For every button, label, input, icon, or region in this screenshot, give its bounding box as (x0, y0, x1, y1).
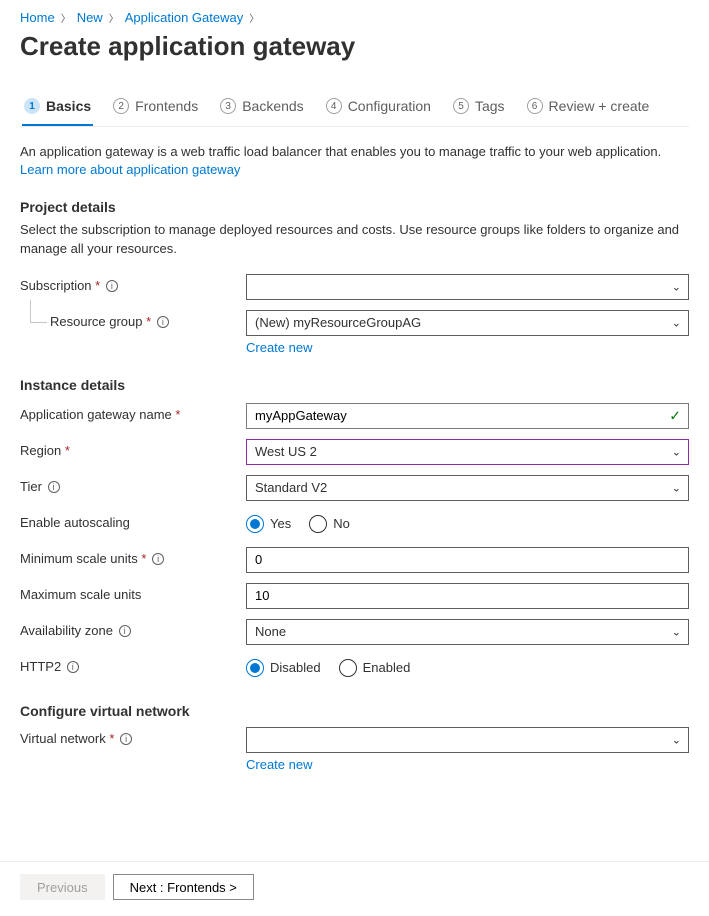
http2-label: HTTP2 i (20, 655, 246, 674)
chevron-right-icon: 〉 (109, 10, 119, 25)
breadcrumb-new[interactable]: New (77, 10, 103, 25)
tab-number: 2 (113, 98, 129, 114)
info-icon[interactable]: i (106, 280, 118, 292)
tab-frontends[interactable]: 2 Frontends (111, 92, 200, 126)
tab-label: Tags (475, 98, 505, 114)
previous-button: Previous (20, 874, 105, 900)
radio-icon (246, 659, 264, 677)
info-icon[interactable]: i (48, 481, 60, 493)
create-new-rg-link[interactable]: Create new (246, 340, 312, 355)
availability-zone-select[interactable]: None (246, 619, 689, 645)
appgw-name-input[interactable] (246, 403, 689, 429)
tier-select[interactable]: Standard V2 (246, 475, 689, 501)
autoscale-radio-group: Yes No (246, 511, 689, 537)
min-scale-input[interactable] (246, 547, 689, 573)
tab-label: Configuration (348, 98, 431, 114)
tab-label: Review + create (549, 98, 650, 114)
tab-number: 4 (326, 98, 342, 114)
section-instance-title: Instance details (20, 377, 689, 393)
section-project-desc: Select the subscription to manage deploy… (20, 221, 689, 257)
info-icon[interactable]: i (120, 733, 132, 745)
subscription-label: Subscription * i (20, 274, 246, 293)
breadcrumb: Home 〉 New 〉 Application Gateway 〉 (20, 10, 689, 25)
wizard-footer: Previous Next : Frontends > (0, 861, 709, 900)
min-scale-label: Minimum scale units * i (20, 547, 246, 566)
tier-label: Tier i (20, 475, 246, 494)
tab-label: Backends (242, 98, 303, 114)
tab-review-create[interactable]: 6 Review + create (525, 92, 652, 126)
tab-number: 3 (220, 98, 236, 114)
section-project-title: Project details (20, 199, 689, 215)
tab-label: Basics (46, 98, 91, 114)
radio-icon (246, 515, 264, 533)
create-new-vnet-link[interactable]: Create new (246, 757, 312, 772)
region-select[interactable]: West US 2 (246, 439, 689, 465)
breadcrumb-appgateway[interactable]: Application Gateway (125, 10, 244, 25)
wizard-tabs: 1 Basics 2 Frontends 3 Backends 4 Config… (20, 92, 689, 127)
tab-basics[interactable]: 1 Basics (22, 92, 93, 126)
next-button[interactable]: Next : Frontends > (113, 874, 254, 900)
check-icon: ✓ (669, 407, 681, 424)
http2-disabled-radio[interactable]: Disabled (246, 659, 321, 677)
info-icon[interactable]: i (157, 316, 169, 328)
chevron-right-icon: 〉 (249, 10, 259, 25)
tab-number: 6 (527, 98, 543, 114)
availability-zone-label: Availability zone i (20, 619, 246, 638)
page-title: Create application gateway (20, 31, 689, 62)
tab-label: Frontends (135, 98, 198, 114)
tab-configuration[interactable]: 4 Configuration (324, 92, 433, 126)
autoscale-label: Enable autoscaling (20, 511, 246, 530)
resource-group-select[interactable]: (New) myResourceGroupAG (246, 310, 689, 336)
breadcrumb-home[interactable]: Home (20, 10, 55, 25)
subscription-select[interactable] (246, 274, 689, 300)
vnet-label: Virtual network * i (20, 727, 246, 746)
tab-backends[interactable]: 3 Backends (218, 92, 305, 126)
autoscale-yes-radio[interactable]: Yes (246, 515, 291, 533)
learn-more-link[interactable]: Learn more about application gateway (20, 162, 240, 177)
info-icon[interactable]: i (67, 661, 79, 673)
tab-number: 1 (24, 98, 40, 114)
tab-number: 5 (453, 98, 469, 114)
info-icon[interactable]: i (152, 553, 164, 565)
section-vnet-title: Configure virtual network (20, 703, 689, 719)
http2-enabled-radio[interactable]: Enabled (339, 659, 411, 677)
tab-tags[interactable]: 5 Tags (451, 92, 507, 126)
http2-radio-group: Disabled Enabled (246, 655, 689, 681)
max-scale-input[interactable] (246, 583, 689, 609)
page-description: An application gateway is a web traffic … (20, 143, 689, 179)
resource-group-label: Resource group * i (50, 310, 246, 329)
chevron-right-icon: 〉 (61, 10, 71, 25)
radio-icon (339, 659, 357, 677)
region-label: Region * (20, 439, 246, 458)
autoscale-no-radio[interactable]: No (309, 515, 350, 533)
info-icon[interactable]: i (119, 625, 131, 637)
max-scale-label: Maximum scale units (20, 583, 246, 602)
vnet-select[interactable] (246, 727, 689, 753)
appgw-name-label: Application gateway name * (20, 403, 246, 422)
radio-icon (309, 515, 327, 533)
